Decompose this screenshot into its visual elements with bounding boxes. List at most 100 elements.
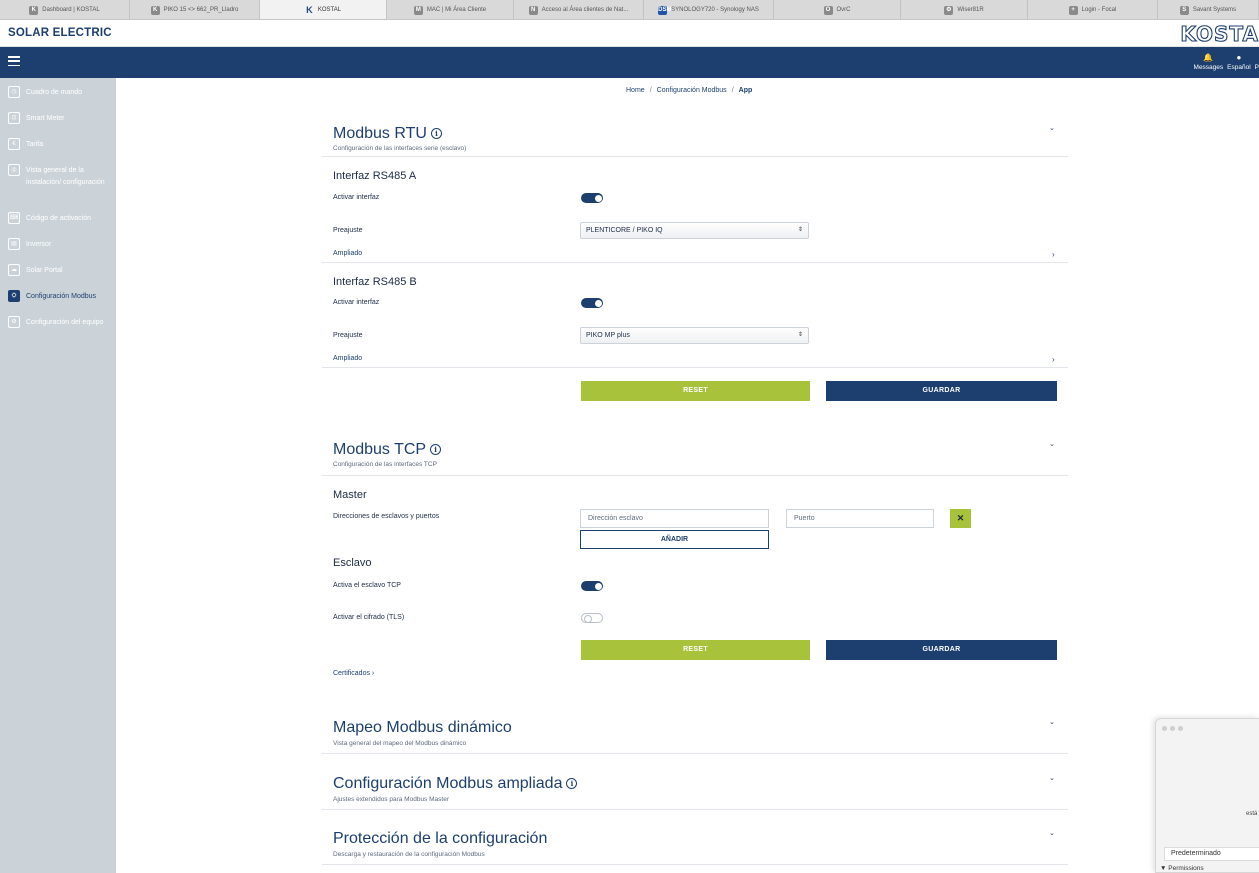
divider xyxy=(322,156,1068,157)
rs485b-preset-select[interactable]: PIKO MP plus ⇕ xyxy=(580,327,809,344)
divider xyxy=(322,475,1068,476)
slave-address-input[interactable]: Dirección esclavo xyxy=(580,509,769,528)
brand-header: SOLAR ELECTRIC KOSTA xyxy=(0,20,1259,47)
breadcrumb-home[interactable]: Home xyxy=(626,87,645,94)
sidebar-item-inverter[interactable]: ▤ Inversor xyxy=(8,238,114,251)
rs485a-preset-value: PLENTICORE / PIKO IQ xyxy=(586,227,663,234)
rs485a-preset-select[interactable]: PLENTICORE / PIKO IQ ⇕ xyxy=(580,222,809,239)
certificates-link-text: Certificados xyxy=(333,670,370,677)
chevron-down-icon[interactable]: ⌄ xyxy=(1049,124,1055,132)
browser-tab[interactable]: K PIKO 15 <> 662_PR_Lladro xyxy=(130,0,260,19)
config-protection-title[interactable]: Protección de la configuración xyxy=(333,830,547,848)
browser-tab[interactable]: K KOSTAL xyxy=(260,0,387,19)
tab-favicon-icon: K xyxy=(306,4,313,15)
info-icon[interactable]: i xyxy=(566,778,578,789)
info-icon[interactable]: i xyxy=(430,128,442,139)
slave-tcp-toggle[interactable] xyxy=(581,581,603,591)
sidebar-item-smart-meter[interactable]: ⊡ Smart Meter xyxy=(8,112,114,125)
sidebar-item-solar-portal[interactable]: ☁ Solar Portal xyxy=(8,264,114,277)
sidebar-item-device-config[interactable]: ⚙ Configuración del equipo xyxy=(8,316,114,329)
master-title: Master xyxy=(333,489,367,501)
sidebar-item-label: Cuadro de mando xyxy=(26,89,83,96)
sidebar-item-label: Configuración del equipo xyxy=(26,319,104,326)
tab-favicon-icon: N xyxy=(528,5,538,15)
slave-title: Esclavo xyxy=(333,557,372,569)
kostal-logo[interactable]: KOSTA xyxy=(1180,21,1259,46)
window-controls[interactable] xyxy=(1162,726,1183,731)
tab-favicon-icon: + xyxy=(1068,5,1078,15)
chevron-down-icon[interactable]: ⌄ xyxy=(1049,774,1055,782)
rtu-reset-button[interactable]: RESET xyxy=(581,381,810,401)
hamburger-menu-icon[interactable] xyxy=(8,56,20,66)
close-window-icon[interactable] xyxy=(1162,726,1167,731)
dynamic-mapping-title[interactable]: Mapeo Modbus dinámico xyxy=(333,719,512,737)
sidebar-item-tariff[interactable]: € Tarifa xyxy=(8,138,114,151)
browser-tab[interactable]: ⚙ Wiser81R xyxy=(901,0,1028,19)
browser-tab[interactable]: O OvrC xyxy=(774,0,901,19)
tab-favicon-icon: M xyxy=(413,5,423,15)
divider xyxy=(322,864,1068,865)
breadcrumb: Home / Configuración Modbus / App xyxy=(626,87,752,94)
device-config-icon: ⚙ xyxy=(8,316,20,328)
remove-entry-button[interactable]: ✕ xyxy=(950,509,971,528)
sidebar-item-activation-code[interactable]: ⌨ Código de activación xyxy=(8,212,114,225)
sidebar-item-installation-overview[interactable]: ◎ Vista general de la instalación/ config… xyxy=(8,164,114,188)
rs485a-advanced-link[interactable]: Ampliado xyxy=(333,250,362,257)
tcp-reset-button[interactable]: RESET xyxy=(581,640,810,660)
sidebar-item-label: Smart Meter xyxy=(26,115,65,122)
rs485b-activate-toggle[interactable] xyxy=(581,298,603,308)
modbus-tcp-title[interactable]: Modbus TCP i xyxy=(333,441,442,459)
messages-button[interactable]: 🔔 Messages xyxy=(1194,53,1224,71)
browser-tab[interactable]: S Savant Systems xyxy=(1158,0,1259,19)
sidebar-item-modbus-config[interactable]: ⛭ Configuración Modbus xyxy=(8,290,114,303)
browser-tab[interactable]: DSM SYNOLOGY720 - Synology NAS xyxy=(644,0,774,19)
sidebar-item-dashboard[interactable]: ◷ Cuadro de mando xyxy=(8,86,114,99)
browser-tab[interactable]: + Login - Focal xyxy=(1028,0,1158,19)
sidebar: ◷ Cuadro de mando ⊡ Smart Meter € Tarifa ◎ Vist… xyxy=(0,78,116,873)
inverter-icon: ▤ xyxy=(8,238,20,250)
browser-tab[interactable]: N Acceso al Área clientes de Nat... xyxy=(514,0,644,19)
activation-code-icon: ⌨ xyxy=(8,212,20,224)
maximize-window-icon[interactable] xyxy=(1178,726,1183,731)
installation-overview-icon: ◎ xyxy=(8,164,20,176)
tcp-save-button[interactable]: GUARDAR xyxy=(826,640,1057,660)
breadcrumb-current: App xyxy=(738,87,753,94)
chevron-right-icon[interactable]: › xyxy=(1052,250,1055,259)
language-button[interactable]: ● Español xyxy=(1227,53,1251,71)
browser-tab[interactable]: M MAC | Mi Área Cliente xyxy=(387,0,514,19)
add-slave-button[interactable]: AÑADIR xyxy=(580,530,769,549)
browser-tab-label: Dashboard | KOSTAL xyxy=(42,7,100,13)
rtu-save-button[interactable]: GUARDAR xyxy=(826,381,1057,401)
modbus-rtu-title[interactable]: Modbus RTU i xyxy=(333,125,442,143)
disclosure-triangle-icon: ▼ xyxy=(1160,865,1167,872)
tls-toggle[interactable] xyxy=(581,613,603,623)
permissions-disclosure[interactable]: ▼ Permissions xyxy=(1160,865,1204,872)
breadcrumb-separator: / xyxy=(649,87,652,94)
extended-config-title-text: Configuración Modbus ampliada xyxy=(333,775,563,792)
certificates-link[interactable]: Certificados › xyxy=(333,670,374,677)
browser-tab[interactable]: K Dashboard | KOSTAL xyxy=(0,0,130,19)
chevron-down-icon[interactable]: ⌄ xyxy=(1049,718,1055,726)
rs485a-activate-toggle[interactable] xyxy=(581,193,603,203)
profile-button[interactable]: P xyxy=(1255,53,1259,71)
modbus-rtu-subtitle: Configuración de las interfaces serie (e… xyxy=(333,145,467,152)
sidebar-item-label: Solar Portal xyxy=(26,267,63,274)
rs485a-preset-label: Preajuste xyxy=(333,227,363,234)
rs485b-advanced-link[interactable]: Ampliado xyxy=(333,355,362,362)
dynamic-mapping-subtitle: Vista general del mapeo del Modbus dinám… xyxy=(333,740,467,747)
chevron-right-icon[interactable]: › xyxy=(1052,355,1055,364)
chevron-down-icon[interactable]: ⌄ xyxy=(1049,440,1055,448)
default-option[interactable]: Predeterminado xyxy=(1164,847,1259,861)
floating-window: está Predeterminado ▼ Permissions xyxy=(1155,718,1259,873)
divider xyxy=(322,809,1068,810)
chevron-down-icon[interactable]: ⌄ xyxy=(1049,829,1055,837)
top-navbar: 🔔 Messages ● Español P xyxy=(0,47,1259,78)
breadcrumb-section[interactable]: Configuración Modbus xyxy=(657,87,727,94)
minimize-window-icon[interactable] xyxy=(1170,726,1175,731)
info-icon[interactable]: i xyxy=(430,444,442,455)
port-input[interactable]: Puerto xyxy=(786,509,934,528)
browser-tab-label: SYNOLOGY720 - Synology NAS xyxy=(671,7,759,13)
extended-config-title[interactable]: Configuración Modbus ampliada i xyxy=(333,775,578,793)
divider xyxy=(322,367,1068,368)
browser-tab-label: KOSTAL xyxy=(317,7,342,13)
